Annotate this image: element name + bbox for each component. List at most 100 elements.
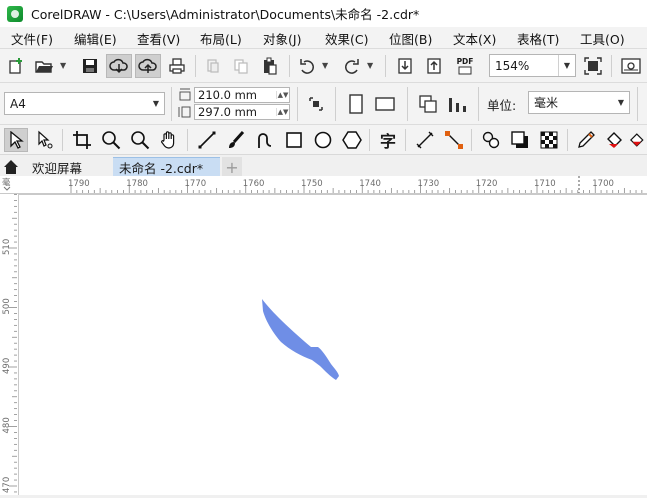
cut-icon[interactable]	[202, 55, 224, 77]
window-title: CorelDRAW - C:\Users\Administrator\Docum…	[31, 7, 420, 22]
spin-arrows-icon[interactable]: ▲▼	[276, 91, 289, 99]
tab-document[interactable]: 未命名 -2.cdr*	[113, 157, 220, 177]
vertical-ruler-ticks: 510 500 490 480 470	[2, 194, 17, 493]
standard-toolbar: ▼ ▼ ▼ PDF 154% ▼	[0, 48, 647, 83]
toolbar-separator	[385, 55, 386, 77]
parallel-dimension-tool-icon[interactable]	[413, 128, 437, 152]
drawing-canvas[interactable]	[19, 195, 647, 495]
horizontal-ruler[interactable]: 毫 1790 1780 1770 1760 1750 1740 1730 1720 1710 17…	[0, 176, 647, 195]
add-tab-button[interactable]: +	[222, 157, 242, 177]
menu-view[interactable]: 查看(V)	[137, 29, 180, 48]
chevron-down-icon[interactable]: ▼	[148, 93, 164, 114]
ruler-label: 1710	[534, 179, 556, 189]
crop-tool-icon[interactable]	[70, 128, 94, 152]
shape-tool-icon[interactable]	[33, 128, 57, 152]
page-height-field[interactable]: 297.0 mm ▲▼	[194, 104, 290, 120]
tab-welcome-screen[interactable]: 欢迎屏幕	[32, 157, 112, 177]
toolbar-separator	[637, 87, 638, 121]
all-pages-icon[interactable]	[416, 92, 440, 116]
text-tool-icon[interactable]: 字	[376, 128, 400, 152]
page-size-value: A4	[10, 96, 26, 111]
pan-hand-icon[interactable]	[157, 128, 181, 152]
open-dropdown-icon[interactable]: ▼	[60, 61, 66, 70]
publish-pdf-icon[interactable]: PDF	[452, 54, 478, 78]
menu-edit[interactable]: 编辑(E)	[74, 29, 117, 48]
ruler-label: 1740	[359, 179, 381, 189]
blend-tool-icon[interactable]	[479, 128, 503, 152]
save-icon[interactable]	[78, 55, 102, 77]
chevron-down-icon[interactable]: ▼	[558, 55, 575, 76]
artistic-media-brush-icon[interactable]	[224, 128, 248, 152]
paste-icon[interactable]	[259, 55, 281, 77]
connector-tool-icon[interactable]	[442, 128, 466, 152]
ellipse-tool-icon[interactable]	[311, 128, 335, 152]
toolbar-separator	[171, 87, 172, 121]
page-width-field[interactable]: 210.0 mm ▲▼	[194, 87, 290, 103]
zoom-tool-icon[interactable]	[99, 128, 123, 152]
coreldraw-logo-icon	[7, 5, 23, 22]
ruler-label: 470	[2, 477, 12, 493]
full-screen-preview-icon[interactable]	[582, 55, 604, 77]
menu-layout[interactable]: 布局(L)	[200, 29, 242, 48]
chevron-down-icon[interactable]: ▼	[613, 92, 629, 113]
copy-icon[interactable]	[230, 55, 252, 77]
current-page-icon[interactable]	[445, 92, 471, 116]
transparency-tool-icon[interactable]	[537, 128, 561, 152]
knife-shape[interactable]	[262, 299, 339, 380]
home-icon[interactable]	[0, 157, 22, 177]
tab-welcome-label: 欢迎屏幕	[32, 160, 83, 176]
menu-file[interactable]: 文件(F)	[11, 29, 53, 48]
menu-bar: 文件(F) 编辑(E) 查看(V) 布局(L) 对象(J) 效果(C) 位图(B…	[0, 27, 647, 48]
page-orientation-rotate-icon[interactable]	[304, 92, 328, 116]
toolbar-separator	[195, 55, 196, 77]
menu-effects[interactable]: 效果(C)	[325, 29, 368, 48]
landscape-icon[interactable]	[373, 92, 397, 116]
polygon-tool-icon[interactable]	[340, 128, 364, 152]
smart-fill-tool-icon[interactable]	[630, 128, 647, 152]
spin-arrows-icon[interactable]: ▲▼	[276, 108, 289, 116]
vertical-ruler[interactable]: 510 500 490 480 470	[0, 194, 19, 495]
zoom-level-combo[interactable]: 154% ▼	[489, 54, 576, 77]
freehand-tool-icon[interactable]	[195, 128, 219, 152]
ruler-label: 1780	[126, 179, 148, 189]
menu-object[interactable]: 对象(J)	[263, 29, 301, 48]
import-icon[interactable]	[394, 55, 416, 77]
options-ruler-icon[interactable]	[618, 55, 644, 77]
page-height-icon	[177, 103, 193, 121]
cloud-upload-icon[interactable]	[135, 54, 161, 78]
interactive-fill-tool-icon[interactable]	[603, 128, 627, 152]
undo-dropdown-icon[interactable]: ▼	[322, 61, 328, 70]
redo-icon[interactable]	[341, 55, 363, 77]
menu-tools[interactable]: 工具(O)	[580, 29, 625, 48]
undo-icon[interactable]	[296, 55, 318, 77]
print-icon[interactable]	[165, 55, 189, 77]
new-document-icon[interactable]	[4, 55, 28, 77]
ruler-label: 1760	[243, 179, 265, 189]
toolbar-separator	[471, 129, 472, 151]
menu-text[interactable]: 文本(X)	[453, 29, 496, 48]
page-size-combo[interactable]: A4 ▼	[4, 92, 165, 115]
page-height-value: 297.0 mm	[198, 105, 257, 119]
menu-table[interactable]: 表格(T)	[517, 29, 559, 48]
ruler-label: 1770	[185, 179, 207, 189]
toolbar-separator	[478, 87, 479, 121]
ruler-label: 1750	[301, 179, 323, 189]
units-combo[interactable]: 毫米 ▼	[528, 91, 630, 114]
zoom-out-tool-icon[interactable]	[128, 128, 152, 152]
units-label: 单位:	[487, 98, 517, 113]
open-folder-icon[interactable]	[32, 55, 56, 77]
portrait-icon[interactable]	[344, 92, 368, 116]
drop-shadow-tool-icon[interactable]	[508, 128, 532, 152]
ruler-unit-label: 毫	[2, 177, 11, 188]
menu-bitmaps[interactable]: 位图(B)	[389, 29, 432, 48]
eyedropper-tool-icon[interactable]	[574, 128, 598, 152]
export-icon[interactable]	[423, 55, 445, 77]
pen-curve-tool-icon[interactable]	[253, 128, 277, 152]
pick-tool-icon[interactable]	[4, 128, 28, 152]
cloud-download-icon[interactable]	[106, 54, 132, 78]
toolbar-separator	[289, 55, 290, 77]
rectangle-tool-icon[interactable]	[282, 128, 306, 152]
ruler-label: 1720	[476, 179, 498, 189]
redo-dropdown-icon[interactable]: ▼	[367, 61, 373, 70]
pdf-label: PDF	[456, 57, 474, 66]
